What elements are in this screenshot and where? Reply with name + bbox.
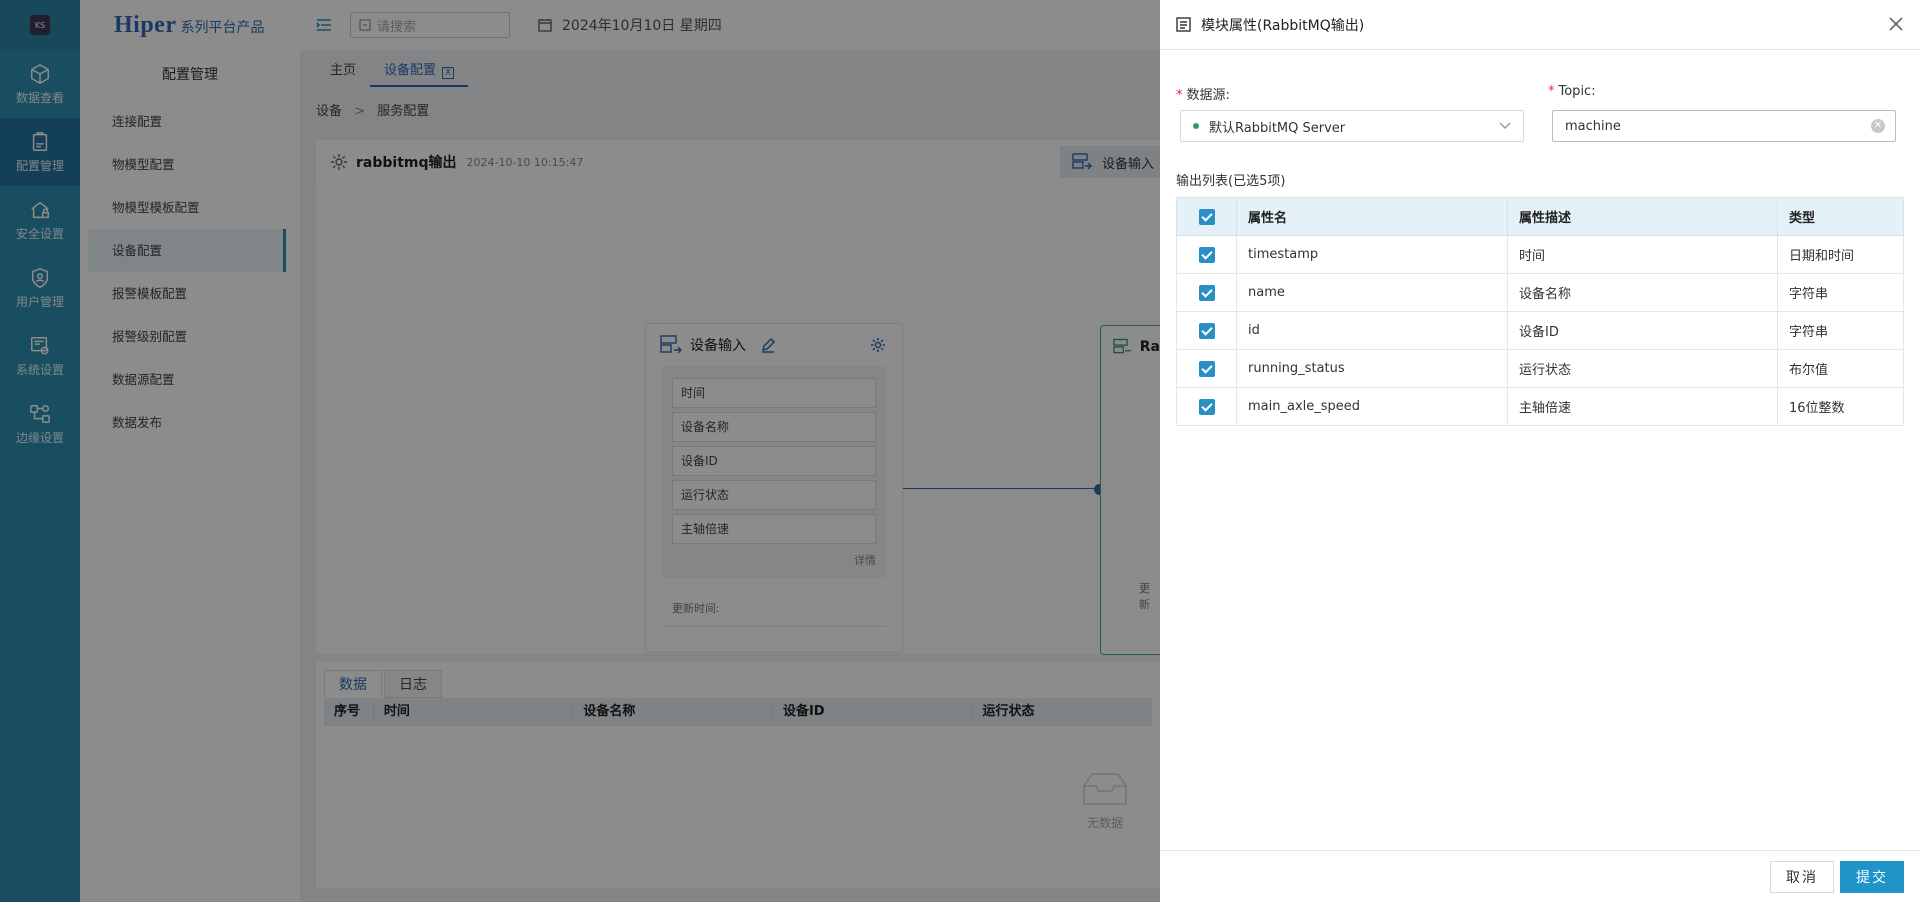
attr-type: 布尔值 bbox=[1777, 349, 1904, 388]
document-icon bbox=[1176, 17, 1191, 32]
clear-icon[interactable]: ✕ bbox=[1871, 119, 1885, 133]
topic-value: machine bbox=[1565, 118, 1621, 134]
row-checkbox[interactable] bbox=[1198, 246, 1215, 263]
table-row: running_status 运行状态 布尔值 bbox=[1176, 349, 1904, 388]
submit-button[interactable]: 提交 bbox=[1840, 861, 1904, 893]
select-all-cell bbox=[1176, 197, 1237, 236]
drawer-footer: 取消 提交 bbox=[1160, 850, 1920, 902]
attr-name: id bbox=[1236, 311, 1508, 350]
table-row: name 设备名称 字符串 bbox=[1176, 273, 1904, 312]
attr-type: 16位整数 bbox=[1777, 387, 1904, 426]
attr-name: main_axle_speed bbox=[1236, 387, 1508, 426]
row-checkbox[interactable] bbox=[1198, 360, 1215, 377]
datasource-value: 默认RabbitMQ Server bbox=[1209, 120, 1346, 136]
table-row: main_axle_speed 主轴倍速 16位整数 bbox=[1176, 387, 1904, 426]
row-checkbox[interactable] bbox=[1198, 322, 1215, 339]
attr-name: running_status bbox=[1236, 349, 1508, 388]
drawer-title: 模块属性(RabbitMQ输出) bbox=[1201, 17, 1365, 34]
attr-name: name bbox=[1236, 273, 1508, 312]
column-header-desc: 属性描述 bbox=[1507, 197, 1778, 236]
modal-overlay[interactable] bbox=[0, 0, 1160, 902]
table-row: id 设备ID 字符串 bbox=[1176, 311, 1904, 350]
attr-type: 字符串 bbox=[1777, 311, 1904, 350]
cancel-button[interactable]: 取消 bbox=[1770, 861, 1834, 893]
column-header-name: 属性名 bbox=[1236, 197, 1508, 236]
topic-input[interactable]: machine ✕ bbox=[1552, 110, 1896, 142]
attr-type: 日期和时间 bbox=[1777, 235, 1904, 274]
row-checkbox[interactable] bbox=[1198, 284, 1215, 301]
attr-desc: 时间 bbox=[1507, 235, 1778, 274]
attr-desc: 运行状态 bbox=[1507, 349, 1778, 388]
datasource-label: * 数据源: bbox=[1176, 88, 1230, 103]
status-dot bbox=[1193, 123, 1199, 129]
attr-desc: 设备ID bbox=[1507, 311, 1778, 350]
output-list-label: 输出列表(已选5项) bbox=[1176, 174, 1286, 189]
drawer-header: 模块属性(RabbitMQ输出) bbox=[1160, 0, 1920, 50]
table-row: timestamp 时间 日期和时间 bbox=[1176, 235, 1904, 274]
chevron-down-icon bbox=[1499, 122, 1511, 129]
attr-name: timestamp bbox=[1236, 235, 1508, 274]
close-icon[interactable] bbox=[1888, 16, 1904, 32]
row-checkbox[interactable] bbox=[1198, 398, 1215, 415]
attr-desc: 设备名称 bbox=[1507, 273, 1778, 312]
datasource-select[interactable]: 默认RabbitMQ Server bbox=[1180, 110, 1524, 142]
table-header-row: 属性名 属性描述 类型 bbox=[1176, 197, 1904, 236]
select-all-checkbox[interactable] bbox=[1198, 208, 1215, 225]
module-properties-drawer: 模块属性(RabbitMQ输出) * 数据源: * Topic: 默认RabbitM… bbox=[1160, 0, 1920, 902]
column-header-type: 类型 bbox=[1777, 197, 1904, 236]
output-attributes-table: 属性名 属性描述 类型 timestamp 时间 日期和时间 name 设备名称… bbox=[1176, 197, 1904, 426]
topic-label: * Topic: bbox=[1548, 84, 1596, 99]
attr-type: 字符串 bbox=[1777, 273, 1904, 312]
attr-desc: 主轴倍速 bbox=[1507, 387, 1778, 426]
